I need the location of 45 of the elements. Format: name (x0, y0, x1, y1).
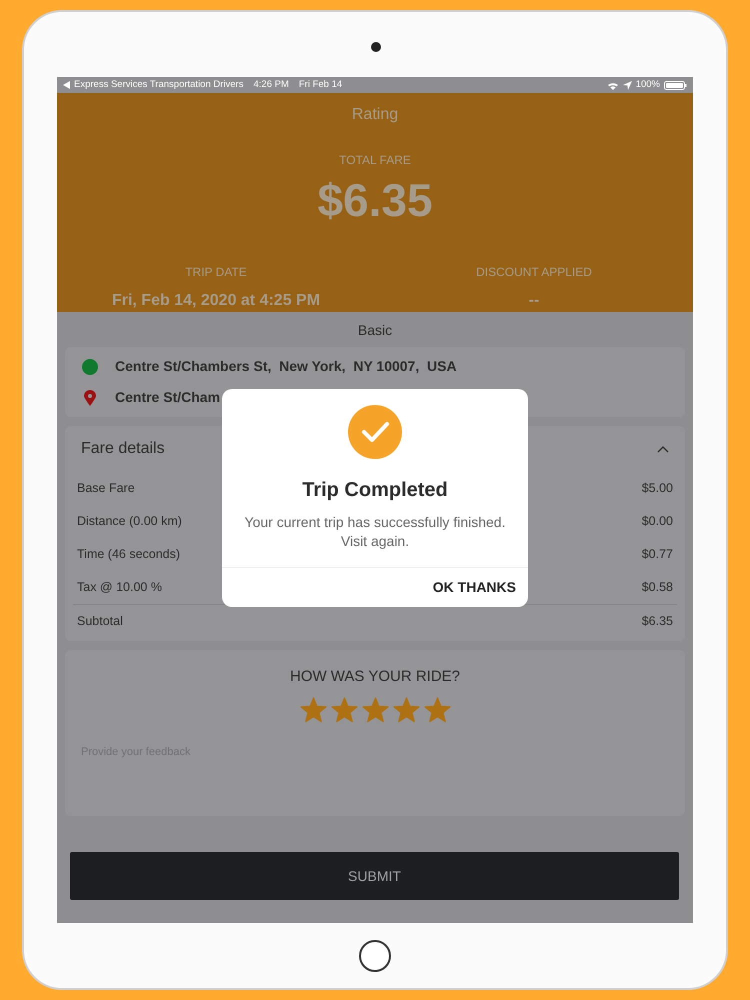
filled-star-icon (362, 696, 388, 722)
camera-icon (371, 42, 381, 52)
wifi-icon (606, 80, 619, 90)
address-text: Centre St/Cham (115, 388, 220, 407)
battery-level: 100% (636, 78, 660, 92)
fare-item-label: Distance (0.00 km) (77, 513, 182, 530)
status-time: 4:26 PM (253, 78, 289, 92)
dialog-message: Your current trip has successfully finished. Visit again. (244, 513, 506, 551)
pickup-dot-icon (82, 358, 98, 374)
fare-item-label: Tax @ 10.00 % (77, 579, 162, 596)
battery-icon (664, 80, 687, 90)
location-icon (622, 80, 632, 90)
status-date: Fri Feb 14 (298, 78, 342, 92)
filled-star-icon (330, 696, 358, 722)
fare-item-label: Base Fare (77, 480, 135, 498)
filled-star-icon (424, 696, 450, 722)
trip-date-label: TRIP DATE (184, 264, 248, 281)
subtotal-label: Subtotal (77, 612, 123, 630)
ok-button[interactable]: OK THANKS (420, 568, 528, 607)
address-text: Centre St/Chambers St, New York, NY 10007, USA (115, 357, 457, 376)
fare-details-title: Fare details (81, 439, 165, 459)
total-fare-amount: $6.35 (316, 177, 434, 223)
total-fare-label: TOTAL FARE (338, 152, 412, 169)
back-icon (63, 81, 70, 89)
check-circle-icon (348, 405, 402, 459)
fare-item-label: Time (46 seconds) (77, 546, 180, 564)
page-title: Rating (350, 105, 400, 125)
fare-item-amount: $0.00 (642, 513, 673, 530)
section-title: Basic (356, 321, 394, 340)
submit-button[interactable]: SUBMIT (70, 852, 679, 900)
dialog-title: Trip Completed (301, 478, 449, 503)
back-link[interactable]: Express Services Transportation Drivers (74, 78, 244, 92)
home-button[interactable] (359, 940, 391, 972)
trip-date: Fri, Feb 14, 2020 at 4:25 PM (110, 291, 322, 311)
filled-star-icon (300, 696, 326, 722)
map-pin-icon (84, 390, 96, 406)
fare-item-amount: $0.77 (642, 546, 673, 564)
discount-value: -- (528, 291, 540, 311)
subtotal-amount: $6.35 (642, 612, 673, 630)
discount-label: DISCOUNT APPLIED (475, 264, 593, 281)
fare-item-amount: $0.58 (642, 579, 673, 596)
filled-star-icon (392, 696, 420, 722)
fare-item-amount: $5.00 (642, 480, 673, 498)
star-rating[interactable] (300, 696, 450, 722)
rating-question: HOW WAS YOUR RIDE? (288, 667, 462, 687)
